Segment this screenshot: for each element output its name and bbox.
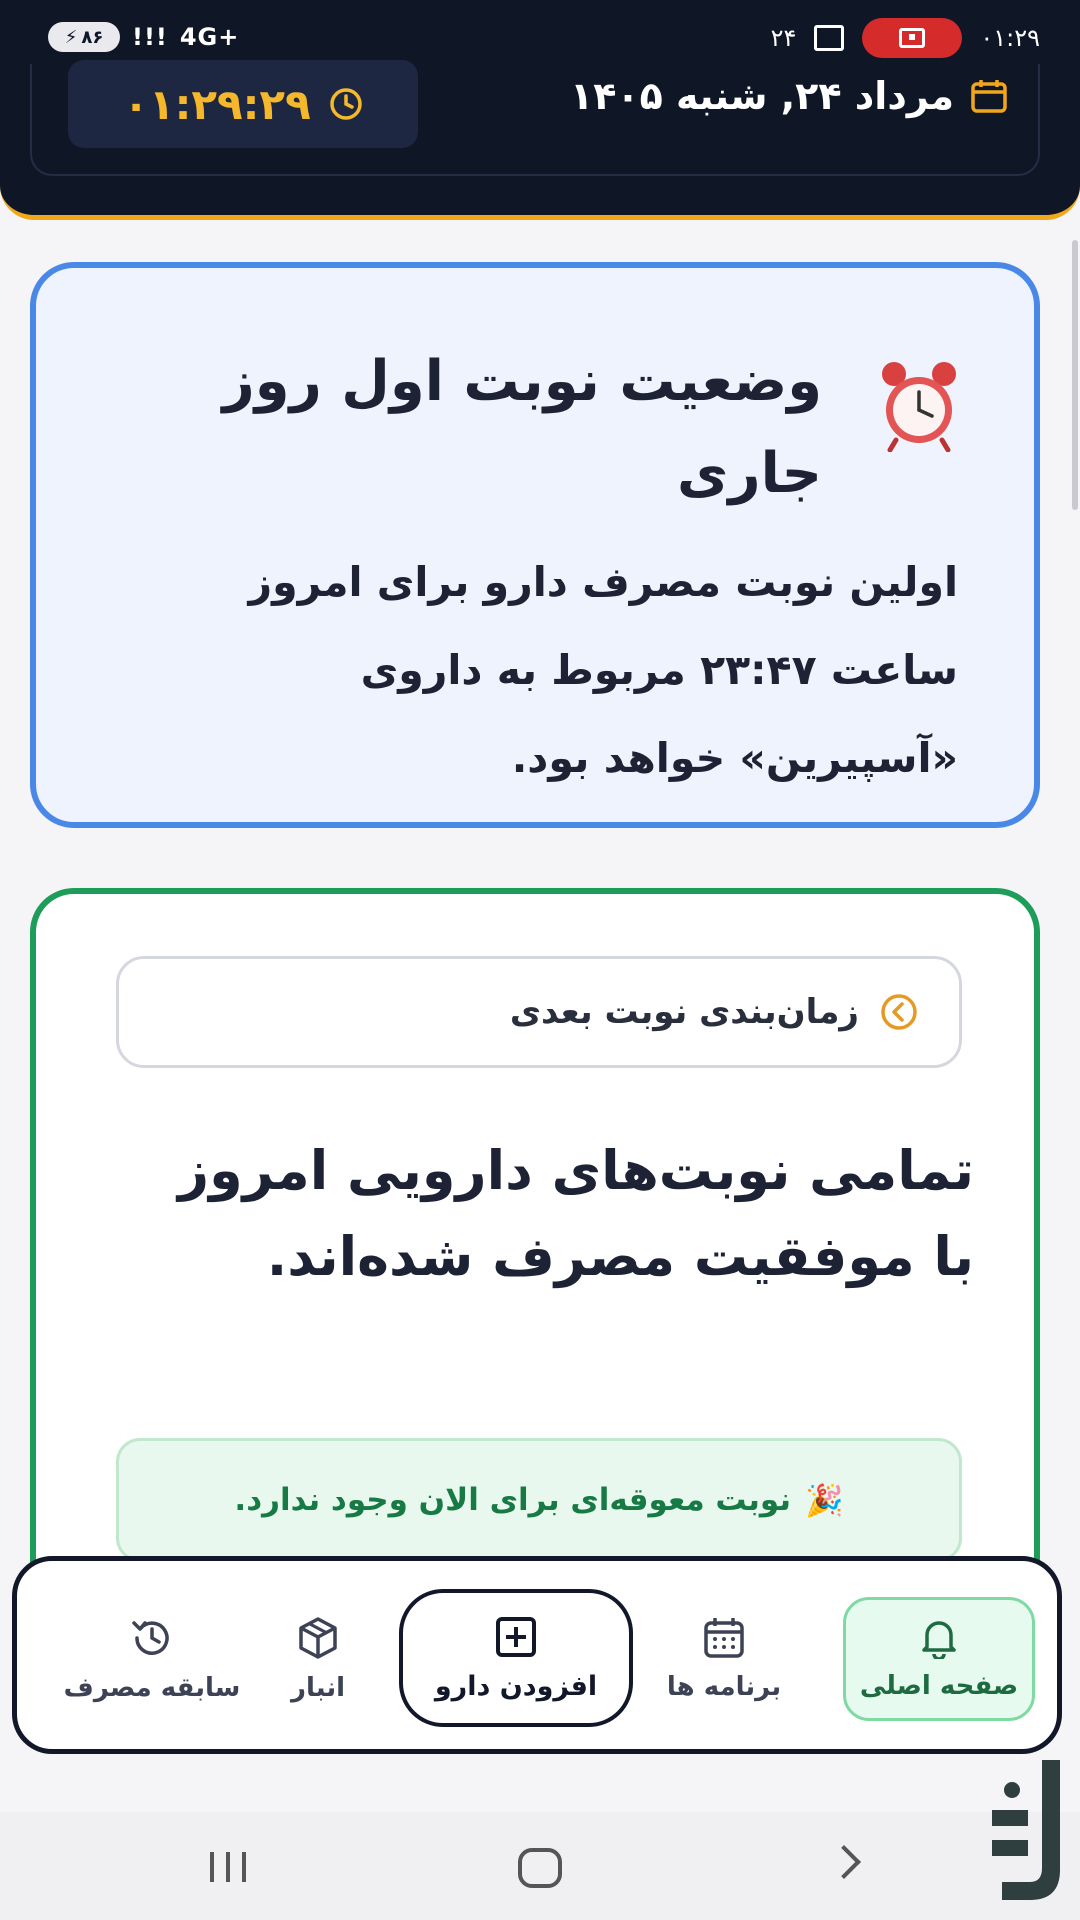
notification-count: ۲۴ bbox=[770, 24, 797, 52]
battery-bolt-icon: ⚡ bbox=[64, 26, 78, 48]
home-button[interactable] bbox=[518, 1848, 562, 1888]
battery-indicator: ⚡ ۸۶ bbox=[48, 22, 120, 52]
clock-icon bbox=[329, 88, 362, 120]
header-panel: مرداد ۲۴, شنبه ۱۴۰۵ ۰۱:۲۹:۲۹ bbox=[30, 60, 1040, 176]
next-dose-card: زمان‌بندی نوبت بعدی تمامی نوبت‌های داروی… bbox=[30, 888, 1040, 1608]
gallery-icon bbox=[814, 25, 845, 51]
nav-add-drug[interactable]: افزودن دارو bbox=[399, 1589, 633, 1727]
nav-plans-label: برنامه ها bbox=[666, 1672, 782, 1702]
system-navigation-bar bbox=[0, 1812, 1080, 1920]
party-popper-icon: 🎉 bbox=[804, 1482, 844, 1519]
nav-home-label: صفحه اصلی bbox=[859, 1671, 1019, 1701]
nav-add-drug-label: افزودن دارو bbox=[434, 1670, 598, 1702]
next-dose-schedule-header[interactable]: زمان‌بندی نوبت بعدی bbox=[116, 956, 962, 1068]
nav-history[interactable]: سابقه مصرف bbox=[57, 1597, 247, 1721]
calendar-icon bbox=[971, 80, 1007, 113]
schedule-header-label: زمان‌بندی نوبت بعدی bbox=[509, 992, 859, 1032]
watermark-logo bbox=[992, 1760, 1060, 1900]
status-bar-right: ۲۴ ۰۱:۲۹ bbox=[771, 18, 1040, 58]
battery-level: ۸۶ bbox=[81, 26, 104, 48]
history-icon bbox=[132, 1621, 169, 1655]
screen-record-icon bbox=[862, 18, 963, 58]
no-overdue-notice: 🎉 نوبت معوقه‌ای برای الان وجود ندارد. bbox=[116, 1438, 962, 1562]
clock-display: ۰۱:۲۹:۲۹ bbox=[68, 60, 418, 148]
recents-button[interactable] bbox=[210, 1852, 246, 1882]
nav-store[interactable]: انبار bbox=[263, 1597, 373, 1721]
alarm-clock-icon bbox=[882, 362, 956, 452]
status-card-title: وضعیت نوبت اول روز جاری bbox=[222, 349, 822, 506]
nav-store-label: انبار bbox=[290, 1673, 346, 1703]
status-bar-left: ⚡ ۸۶ !!! 4G+ bbox=[48, 22, 239, 52]
signal-icon: !!! bbox=[132, 23, 168, 51]
chevron-circle-icon bbox=[881, 994, 917, 1030]
network-type: 4G+ bbox=[179, 23, 240, 51]
app-header: مرداد ۲۴, شنبه ۱۴۰۵ ۰۱:۲۹:۲۹ bbox=[0, 60, 1080, 220]
plus-square-icon bbox=[496, 1616, 536, 1657]
clock-text: ۰۱:۲۹:۲۹ bbox=[123, 79, 311, 129]
scrollbar[interactable] bbox=[1072, 240, 1078, 510]
no-overdue-text: نوبت معوقه‌ای برای الان وجود ندارد. bbox=[234, 1482, 791, 1518]
back-button[interactable] bbox=[827, 1845, 861, 1879]
first-dose-status-card: وضعیت نوبت اول روز جاری اولین نوبت مصرف … bbox=[30, 262, 1040, 828]
bell-icon bbox=[922, 1621, 956, 1659]
nav-history-label: سابقه مصرف bbox=[63, 1673, 241, 1703]
bottom-navigation: صفحه اصلی برنامه ها افزودن دارو انبار سا… bbox=[12, 1556, 1062, 1754]
date-text: مرداد ۲۴, شنبه ۱۴۰۵ bbox=[570, 74, 954, 118]
calendar-grid-icon bbox=[704, 1618, 744, 1658]
status-time: ۰۱:۲۹ bbox=[980, 24, 1040, 52]
date-display: مرداد ۲۴, شنبه ۱۴۰۵ bbox=[570, 74, 1008, 118]
package-icon bbox=[299, 1617, 337, 1659]
nav-home[interactable]: صفحه اصلی bbox=[843, 1597, 1035, 1721]
all-doses-done-message: تمامی نوبت‌های دارویی امروز با موفقیت مص… bbox=[178, 1139, 974, 1288]
status-card-body: اولین نوبت مصرف دارو برای امروز ساعت ۲۳:… bbox=[248, 558, 959, 782]
nav-plans[interactable]: برنامه ها bbox=[649, 1597, 799, 1721]
